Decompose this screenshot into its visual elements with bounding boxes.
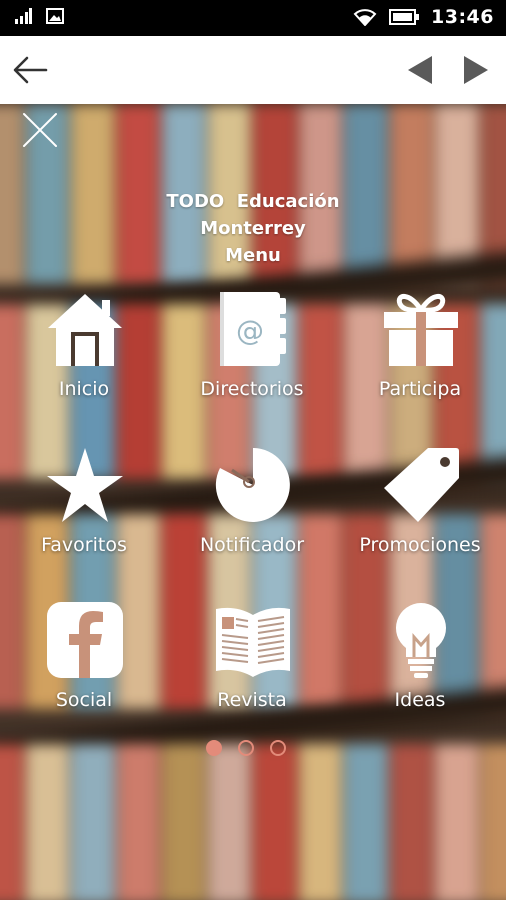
page-dot-3[interactable] (270, 740, 286, 756)
triangle-left-icon[interactable] (404, 54, 436, 86)
menu-item-social[interactable]: Social (4, 601, 164, 731)
page-dot-2[interactable] (238, 740, 254, 756)
menu-item-favoritos[interactable]: Favoritos (4, 446, 164, 576)
menu-item-label: Inicio (58, 378, 110, 400)
clock: 13:46 (431, 6, 494, 28)
menu-item-label: Participa (378, 378, 462, 400)
menu-item-participa[interactable]: Participa (340, 290, 500, 420)
home-icon (48, 294, 122, 366)
tag-icon (384, 448, 459, 522)
menu-item-directorios[interactable]: @ Directorios (172, 290, 332, 420)
menu-title: TODO Educación Monterrey Menu (120, 188, 386, 269)
app-toolbar (0, 36, 506, 104)
battery-icon (389, 9, 420, 25)
facebook-icon (47, 602, 123, 678)
wifi-icon (353, 9, 377, 26)
svg-text:@: @ (236, 314, 264, 347)
triangle-right-icon[interactable] (460, 54, 492, 86)
status-bar: 13:46 (0, 0, 506, 36)
address-book-icon: @ (220, 292, 286, 366)
menu-item-promociones[interactable]: Promociones (340, 446, 500, 576)
menu-item-label: Promociones (359, 534, 481, 556)
title-line-3: Menu (225, 245, 281, 266)
image-icon (46, 8, 64, 24)
arrow-left-icon[interactable] (10, 52, 50, 88)
menu-item-label: Directorios (200, 378, 304, 400)
lightbulb-icon (396, 603, 446, 678)
gift-icon (384, 294, 458, 366)
menu-item-notificador[interactable]: Notificador (172, 446, 332, 576)
timer-icon (215, 448, 290, 522)
title-line-1: TODO Educación (166, 191, 340, 212)
menu-item-label: Ideas (394, 689, 446, 711)
menu-item-label: Social (55, 689, 113, 711)
signal-icon (15, 8, 32, 24)
page-dot-1[interactable] (206, 740, 222, 756)
menu-item-label: Notificador (199, 534, 305, 556)
menu-item-label: Favoritos (41, 534, 127, 556)
title-line-2: Monterrey (200, 218, 306, 239)
page-indicator (206, 740, 302, 762)
menu-item-revista[interactable]: Revista (172, 601, 332, 731)
magazine-icon (216, 607, 290, 677)
menu-item-label: Revista (217, 689, 287, 711)
star-icon (47, 448, 123, 522)
menu-item-inicio[interactable]: Inicio (4, 290, 164, 420)
menu-item-ideas[interactable]: Ideas (340, 601, 500, 731)
close-x-icon[interactable] (22, 112, 58, 148)
